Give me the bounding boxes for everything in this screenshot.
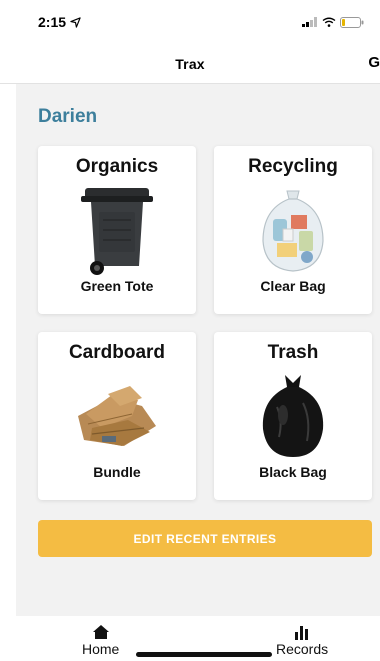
card-subtitle: Bundle (93, 464, 141, 480)
card-title: Cardboard (68, 342, 166, 363)
home-icon (92, 625, 109, 639)
tab-home[interactable]: Home (82, 624, 119, 657)
card-title: Trash (267, 342, 319, 363)
edit-recent-entries-button[interactable]: EDIT RECENT ENTRIES (38, 520, 372, 557)
card-trash[interactable]: Trash Black Bag (214, 332, 372, 500)
tab-records-label: Records (276, 641, 329, 657)
clear-bag-icon (245, 182, 341, 278)
card-subtitle: Clear Bag (260, 278, 326, 294)
card-title: Organics (75, 156, 159, 177)
card-title: Recycling (248, 156, 338, 177)
card-organics[interactable]: Organics Green Tote (38, 146, 196, 314)
status-bar: 2:15 (0, 0, 380, 44)
tab-home-label: Home (82, 641, 120, 657)
green-tote-bin-icon (69, 182, 165, 278)
card-subtitle: Green Tote (80, 278, 154, 294)
location-arrow-icon (70, 16, 81, 28)
location-title: Darien (38, 106, 98, 127)
bar-chart-icon (295, 626, 309, 640)
tab-records[interactable]: Records (276, 624, 328, 657)
card-recycling[interactable]: Recycling Clear Bag (214, 146, 372, 314)
nav-bar: Trax G (0, 44, 380, 84)
battery-icon (340, 16, 364, 28)
cardboard-bundle-icon (69, 368, 165, 464)
status-icons (302, 16, 364, 28)
black-bag-icon (245, 368, 341, 464)
nav-right-button[interactable]: G (368, 54, 380, 71)
card-subtitle: Black Bag (259, 464, 327, 480)
home-indicator (136, 652, 272, 657)
card-cardboard[interactable]: Cardboard Bundle (38, 332, 196, 500)
wifi-icon (322, 17, 336, 27)
status-time-group: 2:15 (38, 14, 81, 30)
nav-title: Trax (175, 55, 205, 72)
main-content: Darien Organics Green Tote Recycling Cle… (16, 84, 380, 616)
status-time: 2:15 (38, 14, 67, 30)
signal-bars-icon (302, 17, 317, 27)
tab-bar: Home Records (0, 616, 380, 661)
